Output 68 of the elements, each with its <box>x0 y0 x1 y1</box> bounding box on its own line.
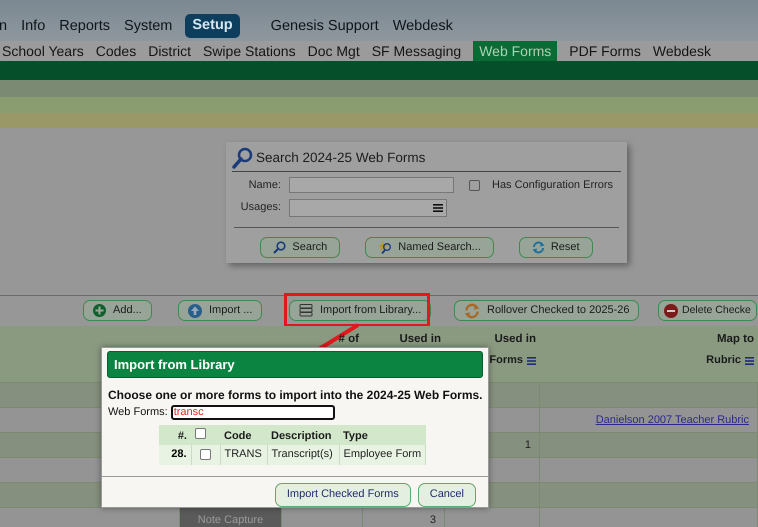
button[interactable]: Import ... <box>178 300 262 321</box>
menu-item[interactable]: Genesis Support <box>270 16 380 38</box>
filter-field[interactable]: transc <box>170 404 335 420</box>
column-header: Used in <box>494 332 536 347</box>
button[interactable]: Rollover Checked to 2025-26 <box>454 300 640 321</box>
menu-icon <box>433 204 443 212</box>
button[interactable]: Import from Library... <box>289 300 432 321</box>
refresh-icon <box>532 240 545 254</box>
table-cell: Note Capture <box>180 508 282 527</box>
tab[interactable]: Web Forms <box>473 41 558 61</box>
tab[interactable]: School Years <box>2 41 84 61</box>
tab[interactable]: SF Messaging <box>372 41 462 61</box>
table-cell-text: 3 <box>430 512 436 527</box>
menu-item[interactable]: Webdesk <box>392 16 454 38</box>
field-label: Web Forms: <box>108 405 168 420</box>
column-header: #. <box>159 424 191 444</box>
tab[interactable]: Codes <box>96 41 136 61</box>
table-cell: Transcript(s) <box>272 448 333 460</box>
star-search-icon <box>378 240 392 254</box>
column-header: Description <box>267 424 339 444</box>
column-header: Code <box>220 424 267 444</box>
checkbox[interactable] <box>195 428 206 439</box>
tab[interactable]: Doc Mgt <box>308 41 360 61</box>
tab[interactable]: District <box>148 41 191 61</box>
button[interactable]: Add... <box>83 300 152 321</box>
menu-icon[interactable] <box>527 356 536 364</box>
field-label: Usages: <box>240 200 281 216</box>
menu-item[interactable]: Setup <box>185 14 240 38</box>
menu-icon[interactable] <box>745 356 754 364</box>
tab[interactable]: Webdesk <box>652 41 711 61</box>
button[interactable]: Delete Checke <box>658 300 757 321</box>
delete-icon <box>664 304 678 318</box>
refresh-icon <box>464 302 480 318</box>
menu-item[interactable]: Info <box>20 16 46 38</box>
button[interactable]: Cancel <box>418 482 476 506</box>
menu-item[interactable]: n <box>0 16 8 38</box>
menu-item[interactable]: System <box>123 16 174 38</box>
column-header: Forms <box>489 353 523 368</box>
column-header: Rubric <box>706 353 741 368</box>
book-stack-icon <box>299 304 313 317</box>
table-cell: Employee Form <box>344 448 422 460</box>
table-cell: TRANS <box>224 448 262 460</box>
column-header: Type <box>339 424 426 444</box>
add-icon <box>93 304 106 317</box>
field-label: Name: <box>248 178 281 193</box>
column-header: Map to <box>716 332 754 347</box>
table-cell-text: 1 <box>524 438 531 453</box>
button[interactable]: Named Search... <box>365 236 494 258</box>
checkbox[interactable] <box>200 448 211 460</box>
checkbox-label: Has Configuration Errors <box>492 178 614 193</box>
button[interactable]: Import Checked Forms <box>274 482 411 506</box>
checkbox[interactable] <box>469 180 480 191</box>
rubric-link[interactable]: Danielson 2007 Teacher Rubric <box>596 412 749 428</box>
upload-icon <box>188 304 202 318</box>
instructions: Choose one or more forms to import into the 2024-25 Web Forms. <box>108 387 483 404</box>
button[interactable]: Reset <box>518 236 593 258</box>
name-field[interactable] <box>289 177 454 194</box>
search-icon <box>273 240 286 254</box>
button[interactable]: Search <box>260 236 340 258</box>
tab[interactable]: Swipe Stations <box>202 41 296 61</box>
row-number: 28. <box>171 448 186 460</box>
usages-field[interactable] <box>289 198 447 216</box>
panel-title: Search 2024-25 Web Forms <box>256 148 426 167</box>
menu-item[interactable]: Reports <box>58 16 112 38</box>
tab[interactable]: PDF Forms <box>569 41 641 61</box>
dialog-title: Import from Library <box>107 351 483 378</box>
search-icon <box>232 147 254 169</box>
column-header: Used in <box>399 332 441 347</box>
